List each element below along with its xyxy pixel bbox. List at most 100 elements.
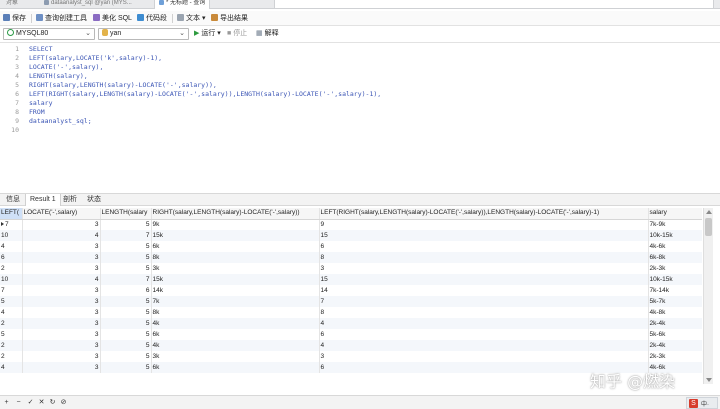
table-cell[interactable]: 5k-7k — [648, 296, 702, 307]
table-cell[interactable]: 10k-15k — [648, 230, 702, 241]
table-cell[interactable]: 2 — [0, 318, 23, 329]
table-cell[interactable]: 6k-8k — [648, 252, 702, 263]
table-cell[interactable]: 7 — [319, 296, 649, 307]
table-cell[interactable]: 3 — [22, 296, 101, 307]
run-button[interactable]: ▶ 运行 ▾ — [194, 28, 221, 40]
table-row[interactable]: 10 4 7 15k 15 10k-15k — [0, 274, 702, 285]
table-row[interactable]: 7 3 5 9k 9 7k-9k — [0, 219, 702, 230]
table-cell[interactable]: 4k-8k — [648, 307, 702, 318]
table-cell[interactable]: 4 — [0, 241, 23, 252]
table-cell[interactable]: 3 — [22, 241, 101, 252]
table-cell[interactable]: 15 — [319, 274, 649, 285]
table-cell[interactable]: 5 — [100, 318, 152, 329]
table-cell[interactable]: 3 — [22, 219, 101, 230]
table-cell[interactable]: 4 — [22, 230, 101, 241]
code-snippet-button[interactable]: 代码段 — [137, 13, 167, 24]
table-cell[interactable]: 5 — [100, 329, 152, 340]
sql-editor[interactable]: 1 2 3 4 5 6 7 8 9 10 SELECT LEFT(salary,… — [0, 43, 720, 193]
table-cell[interactable]: 3 — [22, 263, 101, 274]
tab-status[interactable]: 状态 — [83, 194, 105, 206]
table-cell[interactable]: 4 — [319, 318, 649, 329]
table-cell[interactable]: 4 — [319, 340, 649, 351]
export-results-button[interactable]: 导出结果 — [211, 13, 248, 24]
table-cell[interactable]: 15k — [151, 274, 320, 285]
table-cell[interactable]: 7k — [151, 296, 320, 307]
table-cell[interactable]: 4 — [22, 274, 101, 285]
table-cell[interactable]: 2k-4k — [648, 340, 702, 351]
table-cell[interactable]: 2 — [0, 340, 23, 351]
scrollbar-thumb[interactable] — [705, 218, 712, 236]
table-row[interactable]: 2 3 5 3k 3 2k-3k — [0, 263, 702, 274]
table-cell[interactable]: 8k — [151, 252, 320, 263]
tab-connection[interactable]: dataanalyst_sql @yan (MYS... — [40, 0, 136, 9]
table-cell[interactable]: 14k — [151, 285, 320, 296]
table-cell[interactable]: 3 — [22, 351, 101, 362]
text-button[interactable]: 文本 ▾ — [177, 13, 205, 24]
tab-query[interactable]: * 无标题 - 查询 — [154, 0, 211, 9]
table-cell[interactable]: 2 — [0, 351, 23, 362]
column-header[interactable]: RIGHT(salary,LENGTH(salary)-LOCATE('-',s… — [151, 208, 320, 220]
scroll-up-icon[interactable] — [706, 210, 712, 214]
table-cell[interactable]: 6 — [100, 285, 152, 296]
table-row[interactable]: 7 3 6 14k 14 7k-14k — [0, 285, 702, 296]
table-cell[interactable]: 5 — [100, 351, 152, 362]
table-cell[interactable]: 7 — [0, 219, 23, 230]
table-cell[interactable]: 5 — [100, 252, 152, 263]
column-header[interactable]: LOCATE('-',salary) — [22, 208, 101, 220]
table-cell[interactable]: 3 — [319, 351, 649, 362]
explain-button[interactable]: ▦ 解释 — [256, 28, 279, 40]
table-cell[interactable]: 2k-4k — [648, 318, 702, 329]
table-row[interactable]: 6 3 5 8k 8 6k-8k — [0, 252, 702, 263]
table-cell[interactable]: 2 — [0, 263, 23, 274]
table-cell[interactable]: 5 — [100, 362, 152, 373]
table-cell[interactable]: 3 — [22, 362, 101, 373]
tab-objects[interactable]: 对象 — [2, 0, 22, 9]
table-cell[interactable]: 5k-6k — [648, 329, 702, 340]
vertical-scrollbar[interactable] — [703, 208, 713, 384]
table-cell[interactable]: 3 — [22, 252, 101, 263]
scroll-down-icon[interactable] — [706, 378, 712, 382]
table-cell[interactable]: 7 — [100, 274, 152, 285]
table-cell[interactable]: 3 — [22, 285, 101, 296]
table-cell[interactable]: 8 — [319, 252, 649, 263]
tab-messages[interactable]: 信息 — [2, 194, 24, 206]
save-button[interactable]: 保存 — [3, 13, 26, 24]
table-cell[interactable]: 5 — [100, 307, 152, 318]
table-row[interactable]: 4 3 5 8k 8 4k-8k — [0, 307, 702, 318]
table-cell[interactable]: 6k — [151, 329, 320, 340]
table-cell[interactable]: 3 — [22, 329, 101, 340]
table-cell[interactable]: 5 — [0, 296, 23, 307]
table-cell[interactable]: 3k — [151, 263, 320, 274]
stop-button[interactable]: ■ 停止 — [227, 28, 247, 40]
tab-result-1[interactable]: Result 1 — [25, 194, 61, 206]
table-cell[interactable]: 7 — [100, 230, 152, 241]
table-cell[interactable]: 3 — [22, 318, 101, 329]
table-cell[interactable]: 6k — [151, 241, 320, 252]
column-header[interactable]: LEFT( — [0, 208, 23, 220]
table-cell[interactable]: 6 — [319, 329, 649, 340]
query-builder-button[interactable]: 查询创建工具 — [36, 13, 87, 24]
table-cell[interactable]: 4k — [151, 318, 320, 329]
table-cell[interactable]: 15 — [319, 230, 649, 241]
table-cell[interactable]: 8 — [319, 307, 649, 318]
table-cell[interactable]: 7k-9k — [648, 219, 702, 230]
table-cell[interactable]: 4k — [151, 340, 320, 351]
column-header[interactable]: LENGTH(salary — [100, 208, 152, 220]
table-cell[interactable]: 14 — [319, 285, 649, 296]
table-cell[interactable]: 7k-14k — [648, 285, 702, 296]
apply-button[interactable]: ✓ — [26, 398, 35, 407]
table-cell[interactable]: 7 — [0, 285, 23, 296]
connection-select[interactable]: MYSQL80 ⌄ — [3, 28, 95, 40]
table-cell[interactable]: 5 — [100, 241, 152, 252]
table-cell[interactable]: 10 — [0, 230, 23, 241]
table-cell[interactable]: 3 — [22, 340, 101, 351]
table-cell[interactable]: 5 — [100, 263, 152, 274]
table-row[interactable]: 5 3 5 6k 6 5k-6k — [0, 329, 702, 340]
table-cell[interactable]: 4 — [0, 362, 23, 373]
table-cell[interactable]: 5 — [100, 296, 152, 307]
table-cell[interactable]: 4k-6k — [648, 241, 702, 252]
database-select[interactable]: yan ⌄ — [98, 28, 189, 40]
column-header[interactable]: salary — [648, 208, 702, 220]
table-cell[interactable]: 8k — [151, 307, 320, 318]
table-cell[interactable]: 6 — [0, 252, 23, 263]
